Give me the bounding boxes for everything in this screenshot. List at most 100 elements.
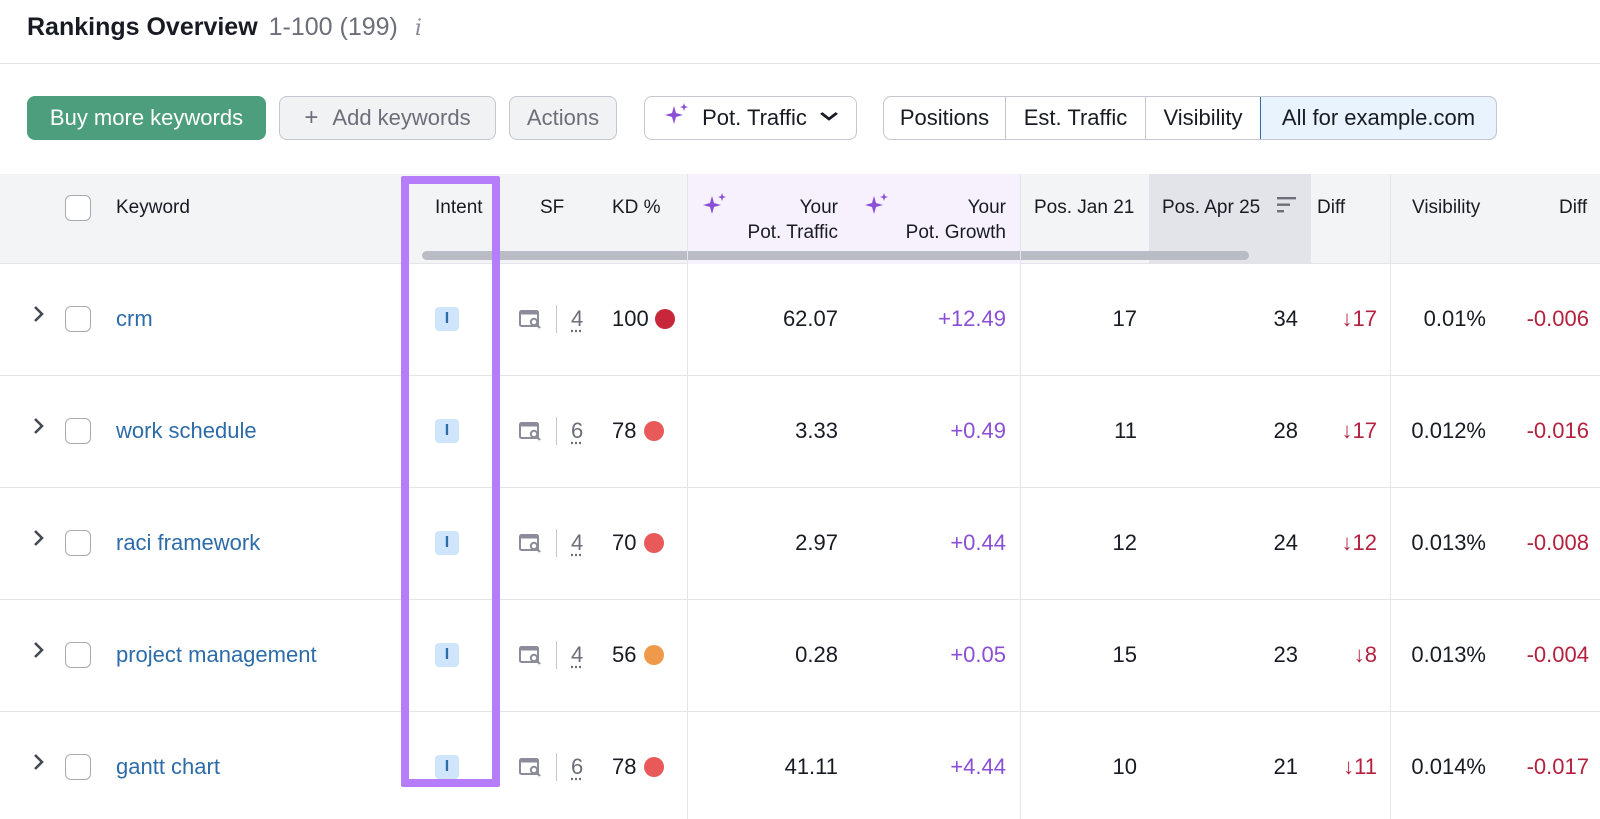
column-visibility[interactable]: Visibility bbox=[1412, 195, 1480, 220]
kd-value: 100 bbox=[612, 306, 649, 331]
title-bar: Rankings Overview 1-100 (199) i bbox=[0, 0, 1600, 64]
pos-jan-value: 11 bbox=[1114, 418, 1137, 443]
kd-difficulty-dot bbox=[644, 645, 664, 665]
pot-traffic-value: 3.33 bbox=[795, 418, 838, 443]
expand-row-chevron-icon[interactable] bbox=[32, 752, 52, 780]
actions-button[interactable]: Actions bbox=[509, 96, 617, 140]
pos-jan-value: 12 bbox=[1112, 530, 1137, 555]
pos-apr-value: 23 bbox=[1273, 642, 1298, 667]
column-intent[interactable]: Intent bbox=[435, 195, 483, 220]
serp-features-count[interactable]: 4 bbox=[571, 529, 583, 557]
row-checkbox[interactable] bbox=[65, 306, 91, 332]
pot-traffic-value: 62.07 bbox=[782, 306, 838, 331]
position-diff-value: ↓11 bbox=[1343, 754, 1377, 779]
sf-separator bbox=[556, 305, 557, 333]
pos-jan-value: 17 bbox=[1112, 306, 1137, 331]
pot-traffic-value: 41.11 bbox=[784, 754, 838, 779]
sf-separator bbox=[556, 417, 557, 445]
serp-features-icon[interactable] bbox=[519, 645, 543, 665]
keyword-link[interactable]: gantt chart bbox=[116, 753, 220, 781]
segment-visibility[interactable]: Visibility bbox=[1146, 97, 1261, 139]
row-checkbox[interactable] bbox=[65, 754, 91, 780]
intent-badge[interactable]: I bbox=[435, 307, 459, 331]
sf-separator bbox=[556, 641, 557, 669]
sparkle-icon bbox=[864, 192, 890, 223]
pot-growth-value: +0.49 bbox=[950, 418, 1006, 443]
pos-apr-value: 21 bbox=[1273, 754, 1298, 779]
column-diff[interactable]: Diff bbox=[1317, 195, 1345, 220]
column-pot-growth-line1: Your bbox=[967, 197, 1006, 218]
sparkle-icon bbox=[664, 102, 690, 134]
kd-difficulty-dot bbox=[644, 533, 664, 553]
pot-traffic-label: Pot. Traffic bbox=[702, 105, 807, 130]
column-pos-apr[interactable]: Pos. Apr 25 bbox=[1162, 195, 1260, 220]
kd-difficulty-dot bbox=[644, 421, 664, 441]
row-checkbox[interactable] bbox=[65, 642, 91, 668]
column-pot-traffic[interactable]: Your Pot. Traffic bbox=[748, 195, 838, 245]
page-title: Rankings Overview 1-100 (199) i bbox=[27, 13, 422, 42]
visibility-value: 0.013% bbox=[1411, 642, 1486, 667]
table-row: crm I 4 100 62.07 +12.49 17 34 ↓17 0.01%… bbox=[0, 264, 1600, 376]
intent-badge[interactable]: I bbox=[435, 755, 459, 779]
horizontal-scrollbar[interactable] bbox=[422, 251, 1249, 260]
intent-badge[interactable]: I bbox=[435, 531, 459, 555]
row-checkbox[interactable] bbox=[65, 418, 91, 444]
keyword-link[interactable]: raci framework bbox=[116, 529, 260, 557]
expand-row-chevron-icon[interactable] bbox=[32, 528, 52, 556]
column-pot-growth-line2: Pot. Growth bbox=[905, 222, 1006, 243]
plus-icon: + bbox=[304, 104, 319, 131]
result-range: 1-100 (199) bbox=[268, 13, 398, 41]
row-checkbox[interactable] bbox=[65, 530, 91, 556]
pot-traffic-dropdown[interactable]: Pot. Traffic bbox=[644, 96, 857, 140]
chevron-down-icon bbox=[818, 109, 839, 127]
position-diff-value: ↓8 bbox=[1353, 642, 1377, 667]
serp-features-count[interactable]: 4 bbox=[571, 641, 583, 669]
segment-positions[interactable]: Positions bbox=[884, 97, 1006, 139]
column-kd[interactable]: KD % bbox=[612, 195, 661, 220]
expand-row-chevron-icon[interactable] bbox=[32, 304, 52, 332]
view-segmented-control: Positions Est. Traffic Visibility All fo… bbox=[883, 96, 1497, 140]
sort-icon[interactable] bbox=[1277, 196, 1297, 219]
pos-jan-value: 10 bbox=[1112, 754, 1137, 779]
serp-features-icon[interactable] bbox=[519, 309, 543, 329]
column-pot-traffic-line1: Your bbox=[799, 197, 838, 218]
segment-all-for-domain[interactable]: All for example.com bbox=[1260, 97, 1496, 139]
kd-difficulty-dot bbox=[655, 309, 675, 329]
intent-badge[interactable]: I bbox=[435, 419, 459, 443]
sf-separator bbox=[556, 529, 557, 557]
pot-traffic-value: 2.97 bbox=[795, 530, 838, 555]
pot-traffic-value: 0.28 bbox=[795, 642, 838, 667]
table-row: project management I 4 56 0.28 +0.05 15 … bbox=[0, 600, 1600, 712]
column-keyword[interactable]: Keyword bbox=[116, 195, 190, 220]
keyword-link[interactable]: project management bbox=[116, 641, 317, 669]
pot-growth-value: +0.44 bbox=[950, 530, 1006, 555]
add-keywords-button[interactable]: + Add keywords bbox=[279, 96, 496, 140]
serp-features-icon[interactable] bbox=[519, 421, 543, 441]
serp-features-count[interactable]: 6 bbox=[571, 753, 583, 781]
buy-more-keywords-button[interactable]: Buy more keywords bbox=[27, 96, 266, 140]
segment-est-traffic[interactable]: Est. Traffic bbox=[1006, 97, 1146, 139]
table-row: work schedule I 6 78 3.33 +0.49 11 28 ↓1… bbox=[0, 376, 1600, 488]
column-pos-jan[interactable]: Pos. Jan 21 bbox=[1034, 195, 1134, 220]
visibility-diff-value: -0.016 bbox=[1526, 418, 1589, 443]
kd-difficulty-dot bbox=[644, 757, 664, 777]
column-sf[interactable]: SF bbox=[540, 195, 564, 220]
visibility-value: 0.013% bbox=[1411, 530, 1486, 555]
keyword-link[interactable]: work schedule bbox=[116, 417, 257, 445]
pos-jan-value: 15 bbox=[1112, 642, 1137, 667]
expand-row-chevron-icon[interactable] bbox=[32, 640, 52, 668]
column-visibility-diff[interactable]: Diff bbox=[1559, 195, 1587, 220]
serp-features-count[interactable]: 6 bbox=[571, 417, 583, 445]
select-all-checkbox[interactable] bbox=[65, 195, 91, 221]
keyword-link[interactable]: crm bbox=[116, 305, 153, 333]
kd-value: 56 bbox=[612, 642, 637, 667]
serp-features-count[interactable]: 4 bbox=[571, 305, 583, 333]
pos-apr-value: 34 bbox=[1273, 306, 1298, 331]
expand-row-chevron-icon[interactable] bbox=[32, 416, 52, 444]
intent-badge[interactable]: I bbox=[435, 643, 459, 667]
serp-features-icon[interactable] bbox=[519, 533, 543, 553]
serp-features-icon[interactable] bbox=[519, 757, 543, 777]
column-pot-traffic-line2: Pot. Traffic bbox=[747, 222, 838, 243]
info-icon[interactable]: i bbox=[415, 16, 422, 41]
column-pot-growth[interactable]: Your Pot. Growth bbox=[906, 195, 1006, 245]
